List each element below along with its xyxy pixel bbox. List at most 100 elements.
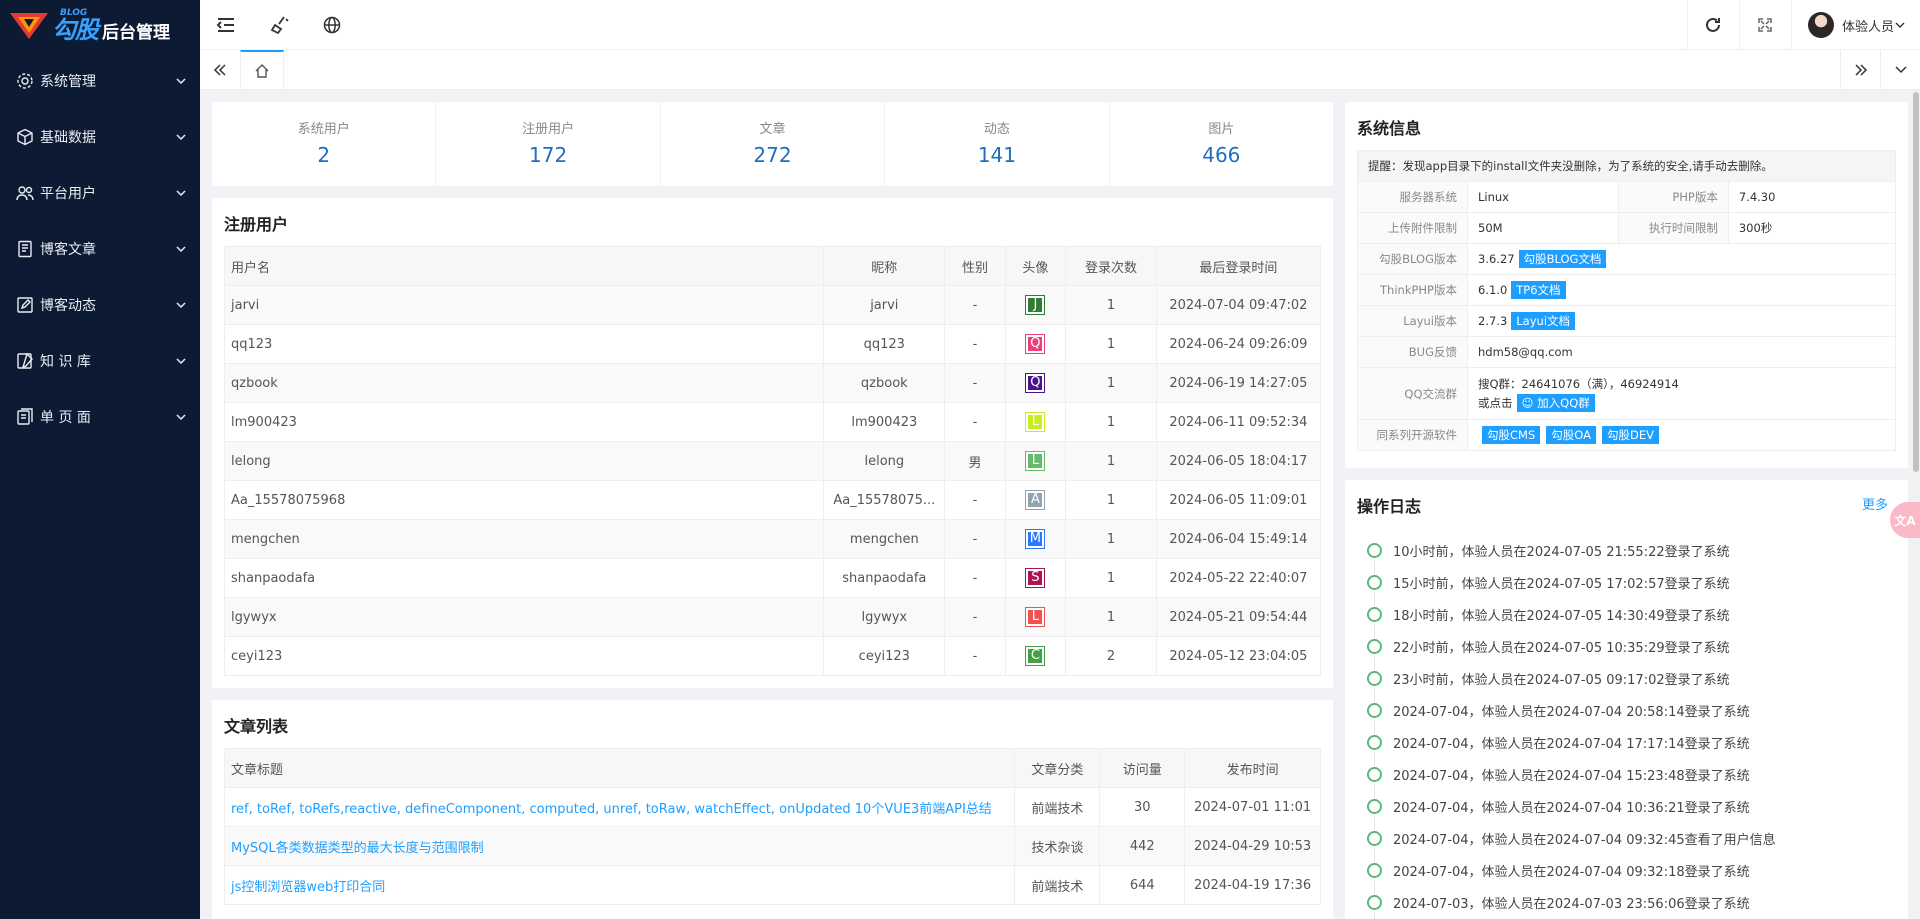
tp-docs-button[interactable]: TP6文档 <box>1511 281 1566 299</box>
scrollbar-thumb[interactable] <box>1913 92 1919 472</box>
layui-version-label: Layui版本 <box>1357 305 1468 337</box>
table-row[interactable]: lelong lelong 男 L 1 2024-06-05 18:04:17 <box>223 441 1322 481</box>
log-item: 15小时前，体验人员在2024-07-05 17:02:57登录了系统 <box>1367 566 1908 598</box>
sidebar-item-4[interactable]: 博客动态 <box>0 277 200 333</box>
log-item: 2024-07-03，体验人员在2024-07-03 23:56:06登录了系统 <box>1367 886 1908 918</box>
article-title-link[interactable]: js控制浏览器web打印合同 <box>231 880 385 895</box>
timeline-dot-icon <box>1367 671 1382 686</box>
avatar-cell: S <box>1004 558 1067 598</box>
article-title-link[interactable]: MySQL各类数据类型的最大长度与范围限制 <box>231 841 484 856</box>
users-column-header[interactable]: 用户名 <box>223 246 825 286</box>
article-icon <box>16 240 34 258</box>
avatar-cell: M <box>1004 519 1067 559</box>
articles-column-header[interactable]: 文章分类 <box>1014 748 1101 788</box>
tabs-bar <box>200 50 1920 90</box>
cms-link[interactable]: 勾股CMS <box>1482 426 1541 444</box>
timeline-dot-icon <box>1367 703 1382 718</box>
table-row[interactable]: MySQL各类数据类型的最大长度与范围限制 技术杂谈 442 2024-04-29 1… <box>223 826 1321 866</box>
logo[interactable]: BLOG 勾股 后台管理 <box>0 0 200 50</box>
globe-icon[interactable] <box>310 0 354 50</box>
sidebar-item-5[interactable]: 知 识 库 <box>0 333 200 389</box>
table-row[interactable]: qq123 qq123- Q 1 2024-06-24 09:26:09 <box>223 324 1322 364</box>
sidebar-item-1[interactable]: 基础数据 <box>0 109 200 165</box>
log-text: 2024-07-04，体验人员在2024-07-04 09:32:45查看了用户… <box>1393 832 1776 848</box>
tabs-scroll-left-button[interactable] <box>200 50 240 90</box>
translate-icon[interactable]: 文A <box>1890 502 1920 538</box>
users-column-header[interactable]: 昵称 <box>823 246 946 286</box>
oa-link[interactable]: 勾股OA <box>1546 426 1596 444</box>
side-menu: 系统管理 基础数据 平台用户 博客文章 博客动态知 识 库单 页 面 <box>0 53 200 445</box>
table-row[interactable]: shanpaodafa shanpaodafa - S 1 2024-05-22 22:4… <box>223 558 1322 598</box>
log-item: 2024-07-04，体验人员在2024-07-04 10:36:21登录了系统 <box>1367 790 1908 822</box>
avatar-cell: L <box>1004 402 1067 442</box>
chevron-down-icon <box>176 190 186 197</box>
table-row[interactable]: ref, toRef, toRefs,reactive, defineCompo… <box>223 787 1321 827</box>
user-menu[interactable]: 体验人员 <box>1790 0 1920 50</box>
stat-value: 272 <box>753 143 792 167</box>
avatar-cell: L <box>1004 597 1067 637</box>
sidebar-item-6[interactable]: 单 页 面 <box>0 389 200 445</box>
log-text: 2024-07-04，体验人员在2024-07-04 15:23:48登录了系统 <box>1393 768 1750 784</box>
tab-home[interactable] <box>240 50 284 90</box>
table-row[interactable]: js控制浏览器web打印合同 前端技术 644 2024-04-19 17:36 <box>223 865 1321 905</box>
sidebar-item-2[interactable]: 平台用户 <box>0 165 200 221</box>
more-link[interactable]: 更多 <box>1862 494 1888 513</box>
cube-icon <box>16 128 34 146</box>
tabs-scroll-right-button[interactable] <box>1840 50 1880 90</box>
table-row[interactable]: lm900423 lm900423- L 1 2024-06-11 09:52:34 <box>223 402 1322 442</box>
login-count-cell: 1 <box>1065 441 1157 481</box>
avatar: A <box>1025 490 1046 510</box>
layui-docs-button[interactable]: Layui文档 <box>1511 312 1576 330</box>
article-title-link[interactable]: ref, toRef, toRefs,reactive, defineCompo… <box>231 802 992 817</box>
users-column-header[interactable]: 头像 <box>1004 246 1067 286</box>
table-row[interactable]: lgywyx lgywyx - L 1 2024-05-21 09:54:44 <box>223 597 1322 637</box>
login-count-cell: 1 <box>1065 519 1157 559</box>
stat-item: 文章 272 <box>661 102 886 186</box>
clear-cache-icon[interactable] <box>258 0 302 50</box>
login-count-cell: 1 <box>1065 324 1157 364</box>
table-row[interactable]: Aa_15578075968 Aa_15578075... - A 1 2024-06-0… <box>223 480 1322 520</box>
last-login-cell: 2024-06-05 11:09:01 <box>1155 480 1322 520</box>
last-login-cell: 2024-05-22 22:40:07 <box>1155 558 1322 598</box>
refresh-button[interactable] <box>1686 0 1739 50</box>
articles-column-header[interactable]: 文章标题 <box>223 748 1016 788</box>
gender-cell: - <box>944 402 1006 442</box>
dev-link[interactable]: 勾股DEV <box>1601 426 1659 444</box>
logs-title: 操作日志 <box>1357 497 1422 516</box>
username-cell: ceyi123 <box>223 636 825 676</box>
bug-email: hdm58@qq.com <box>1467 336 1896 368</box>
avatar: S <box>1025 568 1046 588</box>
sidebar-item-0[interactable]: 系统管理 <box>0 53 200 109</box>
articles-column-header[interactable]: 访问量 <box>1099 748 1186 788</box>
php-label: PHP版本 <box>1617 181 1729 213</box>
edit-icon <box>16 296 34 314</box>
install-warning: 提醒：发现app目录下的install文件夹没删除，为了系统的安全,请手动去删除… <box>1357 150 1896 182</box>
timeline-dot-icon <box>1367 735 1382 750</box>
sidebar-item-3[interactable]: 博客文章 <box>0 221 200 277</box>
collapse-menu-icon[interactable] <box>204 0 248 50</box>
fullscreen-button[interactable] <box>1738 0 1791 50</box>
articles-column-header[interactable]: 发布时间 <box>1184 748 1321 788</box>
users-column-header[interactable]: 登录次数 <box>1065 246 1157 286</box>
users-column-header[interactable]: 最后登录时间 <box>1155 246 1322 286</box>
php-value: 7.4.30 <box>1727 181 1897 213</box>
home-icon <box>255 64 269 78</box>
login-count-cell: 1 <box>1065 402 1157 442</box>
avatar <box>1807 12 1834 38</box>
tabs-menu-button[interactable] <box>1880 50 1920 90</box>
open-source-links: 勾股CMS 勾股OA 勾股DEV <box>1467 419 1896 451</box>
table-row[interactable]: qzbook qzbook - Q 1 2024-06-19 14:27:05 <box>223 363 1322 403</box>
stat-value: 141 <box>977 143 1017 167</box>
qq-or-text: 或点击 <box>1478 395 1513 410</box>
chevron-down-icon <box>176 358 186 365</box>
timeline-dot-icon <box>1367 607 1382 622</box>
blog-docs-button[interactable]: 勾股BLOG文档 <box>1518 250 1607 268</box>
table-row[interactable]: ceyi123 ceyi123- C 2 2024-05-12 23:04:05 <box>223 636 1322 676</box>
table-row[interactable]: mengchen mengchen - M 1 2024-06-04 15:49:14 <box>223 519 1322 559</box>
table-row[interactable]: jarvi jarvi - J 1 2024-07-04 09:47:02 <box>223 285 1322 325</box>
log-item: 23小时前，体验人员在2024-07-05 09:17:02登录了系统 <box>1367 662 1908 694</box>
blog-version-label: 勾股BLOG版本 <box>1357 243 1468 275</box>
users-column-header[interactable]: 性别 <box>944 246 1006 286</box>
join-qq-button[interactable]: ☺ 加入QQ群 <box>1516 393 1595 412</box>
qq-groups: 搜Q群：24641076（满），46924914 <box>1478 376 1679 391</box>
